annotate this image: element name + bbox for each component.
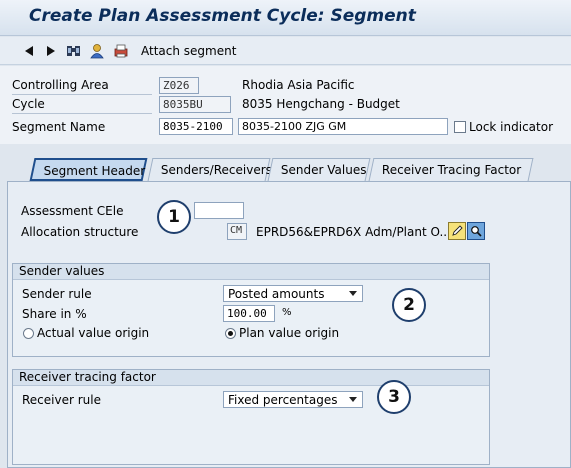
title-bar: Create Plan Assessment Cycle: Segment xyxy=(0,0,571,36)
share-label: Share in % xyxy=(22,307,87,321)
cycle-label: Cycle xyxy=(12,97,45,111)
segment-name-field[interactable]: 8035-2100 xyxy=(159,118,233,135)
group-title: Receiver tracing factor xyxy=(13,370,489,386)
tab-content-panel: Assessment CEle Allocation structure CM … xyxy=(7,181,571,468)
cycle-field[interactable]: 8035BU xyxy=(159,96,231,113)
tab-receiver-tracing-factor[interactable]: Receiver Tracing Factor xyxy=(368,158,534,181)
tab-sender-values[interactable]: Sender Values xyxy=(267,158,371,181)
receiver-rule-label: Receiver rule xyxy=(22,393,101,407)
attach-segment-button[interactable]: Attach segment xyxy=(141,44,236,58)
assessment-cele-field[interactable] xyxy=(194,202,244,219)
actual-origin-label: Actual value origin xyxy=(37,326,150,340)
group-title: Sender values xyxy=(13,264,489,280)
cycle-description: 8035 Hengchang - Budget xyxy=(242,97,400,111)
controlling-area-description: Rhodia Asia Pacific xyxy=(242,78,355,92)
chevron-down-icon xyxy=(349,397,357,402)
sender-rule-select[interactable]: Posted amounts xyxy=(223,285,363,302)
segment-description-field[interactable]: 8035-2100 ZJG GM xyxy=(238,118,448,135)
tab-senders-receivers[interactable]: Senders/Receivers xyxy=(147,158,272,181)
divider xyxy=(12,113,152,114)
user-icon[interactable] xyxy=(88,42,106,60)
sender-rule-label: Sender rule xyxy=(22,287,92,301)
chevron-down-icon xyxy=(349,291,357,296)
page-title: Create Plan Assessment Cycle: Segment xyxy=(29,6,416,26)
display-magnifier-icon[interactable] xyxy=(467,222,485,240)
plan-origin-label: Plan value origin xyxy=(239,326,340,340)
application-toolbar: Attach segment xyxy=(0,37,571,65)
forward-arrow-icon[interactable] xyxy=(42,42,60,60)
print-icon[interactable] xyxy=(112,42,130,60)
plan-origin-radio[interactable] xyxy=(225,328,236,339)
share-field[interactable]: 100.00 xyxy=(223,305,275,322)
callout-1: 1 xyxy=(157,200,191,234)
segment-name-label: Segment Name xyxy=(12,120,106,134)
tab-segment-header[interactable]: Segment Header xyxy=(29,158,148,181)
callout-3: 3 xyxy=(377,380,411,414)
assessment-cele-label: Assessment CEle xyxy=(21,204,124,218)
lock-indicator-label: Lock indicator xyxy=(469,120,553,134)
actual-origin-radio[interactable] xyxy=(23,328,34,339)
lock-indicator-checkbox[interactable] xyxy=(454,121,466,133)
back-arrow-icon[interactable] xyxy=(20,42,38,60)
allocation-structure-description: EPRD56&EPRD6X Adm/Plant O... xyxy=(256,225,451,239)
receiver-rule-select[interactable]: Fixed percentages xyxy=(223,391,363,408)
divider xyxy=(12,94,152,95)
header-fields: Controlling Area Z026 Rhodia Asia Pacifi… xyxy=(0,66,571,144)
percent-unit: % xyxy=(282,307,292,318)
controlling-area-field[interactable]: Z026 xyxy=(159,77,199,94)
receiver-tracing-group: Receiver tracing factor Receiver rule Fi… xyxy=(12,369,490,465)
find-icon[interactable] xyxy=(65,42,83,60)
allocation-structure-label: Allocation structure xyxy=(21,225,139,239)
controlling-area-label: Controlling Area xyxy=(12,78,109,92)
allocation-structure-field[interactable]: CM xyxy=(227,223,247,240)
edit-pencil-icon[interactable] xyxy=(448,222,466,240)
callout-2: 2 xyxy=(392,288,426,322)
